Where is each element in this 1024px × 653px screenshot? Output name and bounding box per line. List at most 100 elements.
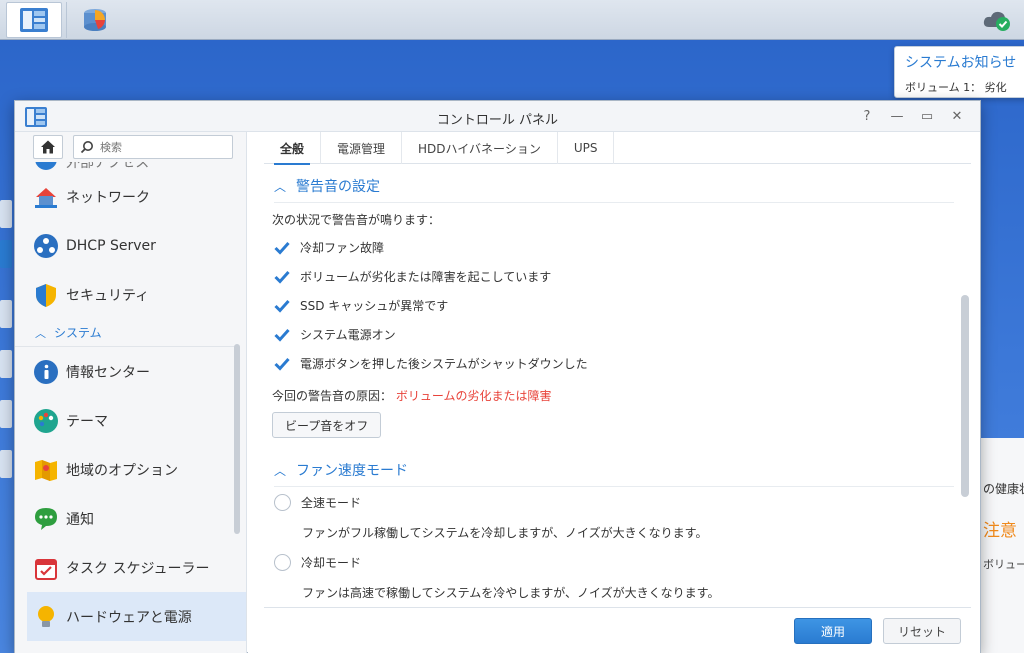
radio-unchecked-icon[interactable] [274, 554, 291, 571]
sidebar-item-security[interactable]: セキュリティ [15, 270, 246, 319]
shield-icon [36, 283, 56, 307]
fan-mode-full-speed-desc: ファンがフル稼働してシステムを冷却しますが、ノイズが大きくなります。 [302, 526, 708, 540]
sidebar-item-label: 地域のオプション [66, 462, 178, 479]
fan-mode-full-speed[interactable]: 全速モード [274, 494, 361, 511]
tab-ups[interactable]: UPS [558, 132, 615, 164]
checkbox-label: 冷却ファン故障 [300, 241, 385, 255]
sidebar: 外部アクセス ネットワーク DHCP Server セキュリティ ︿ システム … [15, 132, 247, 653]
control-panel-icon [20, 8, 48, 32]
radio-label: 全速モード [301, 496, 362, 510]
search-box [73, 135, 233, 159]
chevron-up-icon: ︿ [274, 463, 287, 478]
window-titlebar[interactable]: コントロール パネル ? — ▭ ✕ [15, 101, 980, 132]
radio-label: 冷却モード [301, 556, 362, 570]
calendar-icon [35, 558, 57, 580]
search-input[interactable] [100, 139, 228, 155]
sidebar-scrollbar[interactable] [234, 344, 240, 534]
health-widget: の健康状態 注意 ボリュー [976, 438, 1024, 653]
sidebar-item-label: 通知 [66, 511, 94, 528]
beep-option-shutdown[interactable]: 電源ボタンを押した後システムがシャットダウンした [274, 355, 588, 372]
widget-health-label: の健康状態 [983, 482, 1024, 496]
beep-cause-value: ボリュームの劣化または障害 [395, 389, 552, 403]
tab-power-management[interactable]: 電源管理 [321, 132, 403, 164]
radio-unchecked-icon[interactable] [274, 494, 291, 511]
sidebar-item-info-center[interactable]: 情報センター [15, 347, 246, 396]
content-panel: 全般 電源管理 HDDハイバネーション UPS ︿ 警告音の設定 次の状況で警告… [248, 132, 980, 653]
fan-section-header[interactable]: ︿ ファン速度モード [274, 460, 408, 480]
control-panel-window: コントロール パネル ? — ▭ ✕ 外部アクセス ネットワーク DHCP Se… [14, 100, 981, 653]
beep-off-button[interactable]: ビープ音をオフ [272, 412, 382, 438]
network-icon [35, 187, 57, 208]
sidebar-item-label: セキュリティ [66, 287, 150, 304]
beep-intro-text: 次の状況で警告音が鳴ります： [272, 213, 441, 227]
chevron-up-icon: ︿ [35, 326, 46, 340]
taskbar-app-control-panel[interactable] [6, 2, 62, 38]
sidebar-item-hardware-power[interactable]: ハードウェアと電源 [27, 592, 246, 641]
sidebar-item-task-scheduler[interactable]: タスク スケジューラー [15, 543, 246, 592]
sidebar-item-theme[interactable]: テーマ [15, 396, 246, 445]
checkbox-checked-icon[interactable] [274, 298, 290, 314]
apply-button[interactable]: 適用 [794, 618, 872, 644]
sidebar-item-network[interactable]: ネットワーク [15, 172, 246, 221]
minimize-button[interactable]: — [888, 108, 906, 126]
sidebar-section-system[interactable]: ︿ システム [15, 319, 235, 347]
notification-title: システムお知らせ [905, 55, 1017, 71]
beep-section-title: 警告音の設定 [296, 179, 381, 195]
dhcp-icon [34, 233, 58, 258]
sidebar-item-label: ネットワーク [66, 189, 150, 206]
window-title: コントロール パネル [436, 113, 559, 128]
home-icon [41, 140, 55, 154]
taskbar-app-storage[interactable] [66, 2, 122, 38]
checkbox-checked-icon[interactable] [274, 240, 290, 256]
search-icon [80, 141, 93, 154]
sidebar-item-notification[interactable]: 通知 [15, 494, 246, 543]
cloud-status-icon[interactable] [982, 8, 1012, 32]
sidebar-toolbar [15, 132, 246, 162]
section-divider [274, 486, 954, 487]
bulb-icon [38, 605, 54, 627]
section-divider [274, 202, 954, 203]
close-button[interactable]: ✕ [948, 108, 966, 126]
home-button[interactable] [33, 135, 63, 159]
checkbox-label: SSD キャッシュが異常です [300, 299, 449, 313]
maximize-button[interactable]: ▭ [918, 108, 936, 126]
beep-option-power-on[interactable]: システム電源オン [274, 326, 396, 343]
sidebar-item-label: テーマ [66, 413, 108, 430]
chat-icon [35, 507, 57, 530]
taskbar [0, 0, 1024, 40]
beep-section-header[interactable]: ︿ 警告音の設定 [274, 176, 380, 196]
fan-mode-cool-desc: ファンは高速で稼働してシステムを冷やしますが、ノイズが大きくなります。 [302, 586, 720, 600]
widget-volume-label: ボリュー [983, 558, 1024, 571]
info-icon [34, 359, 58, 384]
sidebar-item-label: DHCP Server [66, 237, 156, 254]
tab-general[interactable]: 全般 [264, 132, 322, 165]
beep-option-ssd-cache[interactable]: SSD キャッシュが異常です [274, 297, 448, 314]
tab-hdd-hibernation[interactable]: HDDハイバネーション [402, 132, 558, 164]
checkbox-checked-icon[interactable] [274, 356, 290, 372]
storage-manager-icon [83, 9, 106, 31]
beep-cause-row: 今回の警告音の原因： ボリュームの劣化または障害 [272, 387, 552, 404]
settings-scroll-area: ︿ 警告音の設定 次の状況で警告音が鳴ります： 冷却ファン故障 ボリュームが劣化… [264, 166, 961, 606]
fan-section-title: ファン速度モード [296, 463, 409, 479]
widget-status: 注意 [983, 521, 1017, 541]
chevron-up-icon: ︿ [274, 179, 287, 194]
beep-cause-label: 今回の警告音の原因： [272, 389, 393, 403]
region-icon [35, 459, 57, 481]
beep-option-fan-failure[interactable]: 冷却ファン故障 [274, 239, 384, 256]
notification-body: ボリューム 1： 劣化 [905, 81, 1007, 94]
palette-icon [34, 408, 58, 433]
sidebar-item-regional-options[interactable]: 地域のオプション [15, 445, 246, 494]
content-scrollbar[interactable] [961, 295, 969, 497]
checkbox-label: 電源ボタンを押した後システムがシャットダウンした [300, 357, 588, 371]
help-button[interactable]: ? [858, 108, 876, 126]
checkbox-label: システム電源オン [300, 328, 396, 342]
tab-bar: 全般 電源管理 HDDハイバネーション UPS [264, 132, 971, 165]
fan-mode-cool[interactable]: 冷却モード [274, 554, 361, 571]
checkbox-checked-icon[interactable] [274, 269, 290, 285]
checkbox-label: ボリュームが劣化または障害を起こしています [300, 270, 552, 284]
checkbox-checked-icon[interactable] [274, 327, 290, 343]
sidebar-item-dhcp[interactable]: DHCP Server [15, 221, 246, 270]
reset-button[interactable]: リセット [883, 618, 961, 644]
beep-option-volume-degraded[interactable]: ボリュームが劣化または障害を起こしています [274, 268, 551, 285]
system-notification[interactable]: システムお知らせ ボリューム 1： 劣化 [894, 46, 1024, 98]
